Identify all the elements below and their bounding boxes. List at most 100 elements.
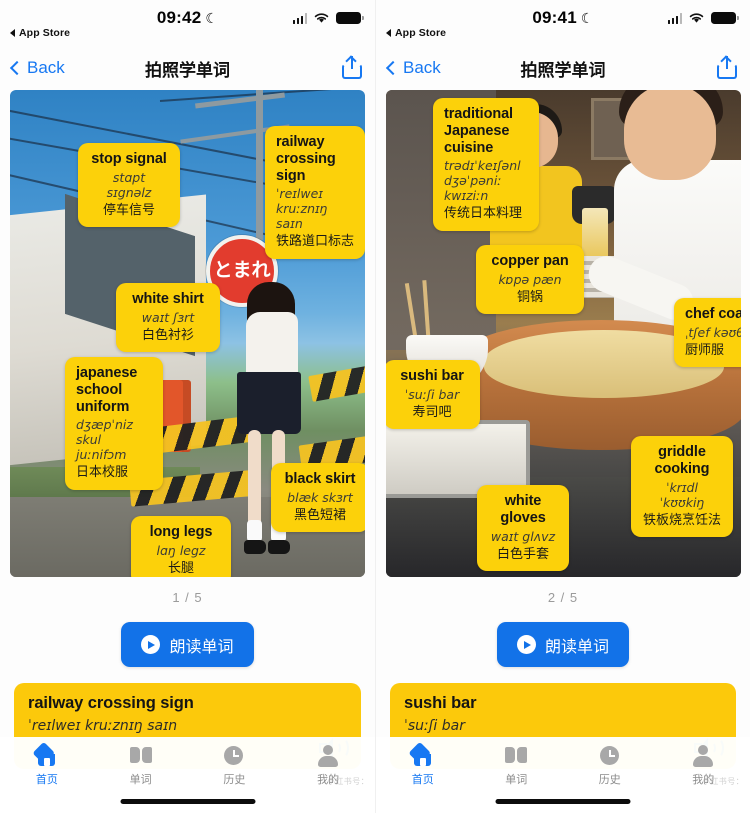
chip-ipa: ˌtʃef kəʊθ — [685, 324, 741, 340]
back-label: Back — [403, 58, 441, 77]
chip-translation: 传统日本料理 — [444, 205, 523, 221]
chip-translation: 厨师服 — [685, 341, 725, 357]
person-icon — [315, 743, 341, 767]
return-to-app-store-1[interactable]: App Store — [10, 27, 70, 39]
word-chip[interactable]: white gloves waɪt glʌvz 白色手套 — [477, 485, 569, 571]
chip-translation: 黑色短裙 — [293, 506, 346, 522]
word-chip[interactable]: chef coat ˌtʃef kəʊθ 厨师服 — [674, 298, 741, 368]
chip-ipa: lɑŋ legz — [156, 542, 206, 558]
photo-area-1: とまれ stop signal stɑpt sɪgnəlz 停车信号 railw… — [0, 90, 375, 577]
chip-ipa: ˈreɪlweɪ kruːznɪŋ saɪn — [276, 186, 328, 232]
moon-icon: ☾ — [580, 10, 594, 26]
tab-home-2[interactable]: 首页 — [376, 741, 470, 787]
share-button-1[interactable] — [341, 55, 363, 80]
word-chip[interactable]: stop signal stɑpt sɪgnəlz 停车信号 — [78, 143, 180, 228]
speak-button-row-2: 朗读单词 — [376, 622, 750, 667]
phone-screen-1: App Store 09:42 ☾ Back 拍照学单词 とまれ stop si… — [0, 0, 375, 813]
read-word-button-2[interactable]: 朗读单词 — [496, 622, 629, 667]
read-word-button-1[interactable]: 朗读单词 — [121, 622, 254, 667]
book-icon — [128, 743, 154, 767]
chip-ipa: kɒpə pæn — [498, 271, 562, 287]
back-button-2[interactable]: Back — [385, 58, 441, 78]
word-chip[interactable]: griddle cooking ˈkrɪdl ˈkʊʊkiŋ 铁板烧烹饪法 — [631, 436, 733, 537]
play-icon — [141, 635, 161, 654]
chip-word: railway crossing sign — [276, 134, 336, 184]
chip-word: white shirt — [132, 291, 204, 307]
word-chip[interactable]: black skirt blæk skɜrt 黑色短裙 — [271, 463, 365, 533]
share-button-2[interactable] — [716, 55, 738, 80]
back-triangle-icon — [10, 29, 15, 37]
clock-icon — [597, 743, 623, 767]
battery-icon — [336, 12, 364, 24]
status-bar-2: App Store 09:41 ☾ — [376, 0, 750, 46]
tab-home-1[interactable]: 首页 — [0, 741, 94, 787]
person-icon — [690, 743, 716, 767]
annotated-photo-2[interactable]: traditional Japanese cuisine trədɪˈkeɪʃə… — [386, 90, 741, 577]
status-indicators-1 — [292, 12, 364, 24]
wifi-icon — [689, 13, 704, 23]
wifi-icon — [314, 13, 329, 23]
tab-words-2[interactable]: 单词 — [470, 743, 564, 787]
tab-words-1[interactable]: 单词 — [94, 743, 188, 787]
chip-word: white gloves — [500, 493, 546, 526]
chip-translation: 日本校服 — [76, 464, 129, 480]
chip-word: stop signal — [91, 151, 167, 167]
word-chip[interactable]: copper pan kɒpə pæn 铜锅 — [476, 245, 584, 315]
word-chip[interactable]: japanese school uniform dʒæpˈniz skul ju… — [65, 357, 163, 490]
tab-history-1[interactable]: 历史 — [188, 743, 282, 787]
chip-word: long legs — [149, 524, 213, 540]
battery-icon — [711, 12, 739, 24]
word-detail-ipa: ˈsuːʃi bar — [404, 718, 465, 734]
word-detail-ipa: ˈreɪlweɪ kruːznɪŋ saɪn — [28, 718, 178, 734]
return-to-app-store-2[interactable]: App Store — [386, 27, 446, 39]
chip-word: japanese school uniform — [76, 365, 138, 415]
time-text: 09:41 — [532, 8, 577, 27]
tab-label: 历史 — [598, 774, 621, 786]
book-icon — [503, 743, 529, 767]
word-chip[interactable]: long legs lɑŋ legz 长腿 — [131, 516, 231, 577]
chip-word: chef coat — [685, 306, 741, 322]
chip-translation: 停车信号 — [102, 201, 155, 217]
dual-screenshot-container: App Store 09:42 ☾ Back 拍照学单词 とまれ stop si… — [0, 0, 750, 813]
tab-label: 首页 — [411, 774, 434, 786]
chip-ipa: waɪt ʃɜrt — [141, 309, 195, 325]
phone-screen-2: App Store 09:41 ☾ Back 拍照学单词 traditional… — [375, 0, 750, 813]
cellular-signal-icon — [667, 12, 682, 24]
nav-bar-1: Back 拍照学单词 — [0, 46, 375, 90]
nav-bar-2: Back 拍照学单词 — [376, 46, 750, 90]
read-word-label: 朗读单词 — [169, 638, 234, 656]
chip-translation: 铁板烧烹饪法 — [642, 511, 721, 527]
home-icon — [32, 741, 60, 767]
tab-label: 单词 — [505, 774, 528, 786]
home-indicator-2[interactable] — [495, 799, 631, 804]
word-detail-word: sushi bar — [404, 694, 477, 712]
read-word-label: 朗读单词 — [544, 638, 609, 656]
status-bar-1: App Store 09:42 ☾ — [0, 0, 375, 46]
word-chip[interactable]: white shirt waɪt ʃɜrt 白色衬衫 — [116, 283, 220, 353]
chip-ipa: stɑpt sɪgnəlz — [106, 169, 152, 200]
tab-history-2[interactable]: 历史 — [563, 743, 657, 787]
page-indicator-2: 2 / 5 — [547, 590, 579, 605]
chip-translation: 寿司吧 — [412, 403, 452, 419]
annotated-photo-1[interactable]: とまれ stop signal stɑpt sɪgnəlz 停车信号 railw… — [10, 90, 365, 577]
word-chip[interactable]: traditional Japanese cuisine trədɪˈkeɪʃə… — [433, 98, 539, 231]
chip-translation: 白色手套 — [496, 545, 549, 561]
moon-icon: ☾ — [205, 10, 219, 26]
return-app-label: App Store — [19, 27, 71, 39]
word-detail-word: railway crossing sign — [28, 694, 194, 712]
home-indicator-1[interactable] — [120, 799, 255, 804]
clock-icon — [221, 743, 247, 767]
word-chip[interactable]: railway crossing sign ˈreɪlweɪ kruːznɪŋ … — [265, 126, 365, 259]
chip-word: traditional Japanese cuisine — [444, 106, 513, 156]
cellular-signal-icon — [292, 12, 307, 24]
chip-translation: 长腿 — [167, 559, 194, 575]
chip-ipa: ˈkrɪdl ˈkʊʊkiŋ — [659, 479, 705, 510]
watermark-2: 小红书号： — [702, 777, 744, 786]
back-button-1[interactable]: Back — [9, 58, 65, 78]
home-icon — [408, 741, 436, 767]
watermark-1: 小红书号： — [327, 777, 369, 786]
play-icon — [516, 635, 536, 654]
chip-ipa: blæk skɜrt — [287, 489, 353, 505]
chevron-left-icon — [385, 60, 401, 76]
word-chip[interactable]: sushi bar ˈsuːʃi bar 寿司吧 — [386, 360, 480, 430]
